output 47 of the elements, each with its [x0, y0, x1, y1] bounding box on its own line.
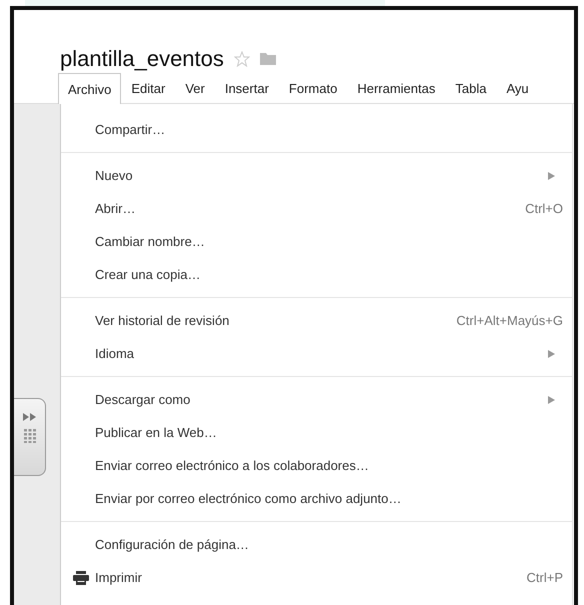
menu-item[interactable]: Publicar en la Web… — [61, 416, 572, 449]
menu-item-label: Cambiar nombre… — [95, 234, 206, 249]
menu-bar-item[interactable]: Formato — [278, 72, 348, 103]
printer-icon — [73, 570, 89, 584]
menu-item-label: Descargar como — [95, 392, 192, 407]
menu-bar-item[interactable]: Editar — [121, 72, 176, 103]
star-icon[interactable] — [234, 51, 250, 67]
menu-item-label: Imprimir — [95, 570, 143, 585]
shortcut-text: Ctrl+P — [526, 570, 563, 585]
dot-grid-icon — [24, 429, 36, 443]
shortcut-text: Ctrl+O — [525, 201, 563, 216]
folder-icon[interactable] — [260, 52, 276, 65]
double-arrow-icon — [23, 413, 36, 421]
menu-item-label: Compartir… — [95, 122, 166, 137]
menu-item[interactable]: Imprimir Ctrl+P — [61, 561, 572, 594]
menu-bar-item[interactable]: Ver — [175, 72, 215, 103]
menu-item-label: Publicar en la Web… — [95, 425, 218, 440]
document-title: plantilla_eventos — [60, 46, 224, 72]
menu-item-label: Configuración de página… — [95, 537, 250, 552]
menu-bar-item[interactable]: Archivo — [58, 73, 122, 104]
menu-item[interactable]: Idioma — [61, 337, 572, 370]
menu-item[interactable]: Crear una copia… — [61, 258, 572, 291]
shortcut-text: Ctrl+Alt+Mayús+G — [456, 313, 563, 328]
menu-item-label: Nuevo — [95, 168, 134, 183]
menu-item-label: Crear una copia… — [95, 267, 202, 282]
menu-bar-item[interactable]: Herramientas — [347, 72, 446, 103]
side-panel-handle[interactable] — [14, 398, 46, 476]
submenu-arrow-icon — [547, 350, 555, 358]
menu-item[interactable]: Abrir… Ctrl+O — [61, 192, 572, 225]
menu-item[interactable]: Compartir… — [61, 113, 572, 146]
menu-item[interactable]: Cambiar nombre… — [61, 225, 572, 258]
submenu-arrow-icon — [547, 396, 555, 404]
menu-item[interactable]: Ver historial de revisión Ctrl+Alt+Mayús+G — [61, 304, 572, 337]
menu-item-label: Abrir… — [95, 201, 136, 216]
menu-item-label: Idioma — [95, 346, 136, 361]
menu-item-label: Enviar por correo electrónico como archivo adjunto… — [95, 491, 402, 506]
menu-bar-item[interactable]: Insertar — [214, 72, 279, 103]
menu-item[interactable]: Enviar correo electrónico a los colaboradores… — [61, 449, 572, 482]
menu-bar-item[interactable]: Tabla — [445, 72, 496, 103]
menu-bar-item[interactable]: Ayu — [496, 72, 539, 103]
menu-item-label: Ver historial de revisión — [95, 313, 230, 328]
menu-item[interactable]: Nuevo — [61, 159, 572, 192]
menu-item[interactable]: Enviar por correo electrónico como archivo adjunto… — [61, 482, 572, 515]
menu-item[interactable]: Descargar como — [61, 383, 572, 416]
submenu-arrow-icon — [547, 172, 555, 180]
menu-item[interactable]: Configuración de página… — [61, 528, 572, 561]
menu-item-label: Enviar correo electrónico a los colaboradores… — [95, 458, 370, 473]
